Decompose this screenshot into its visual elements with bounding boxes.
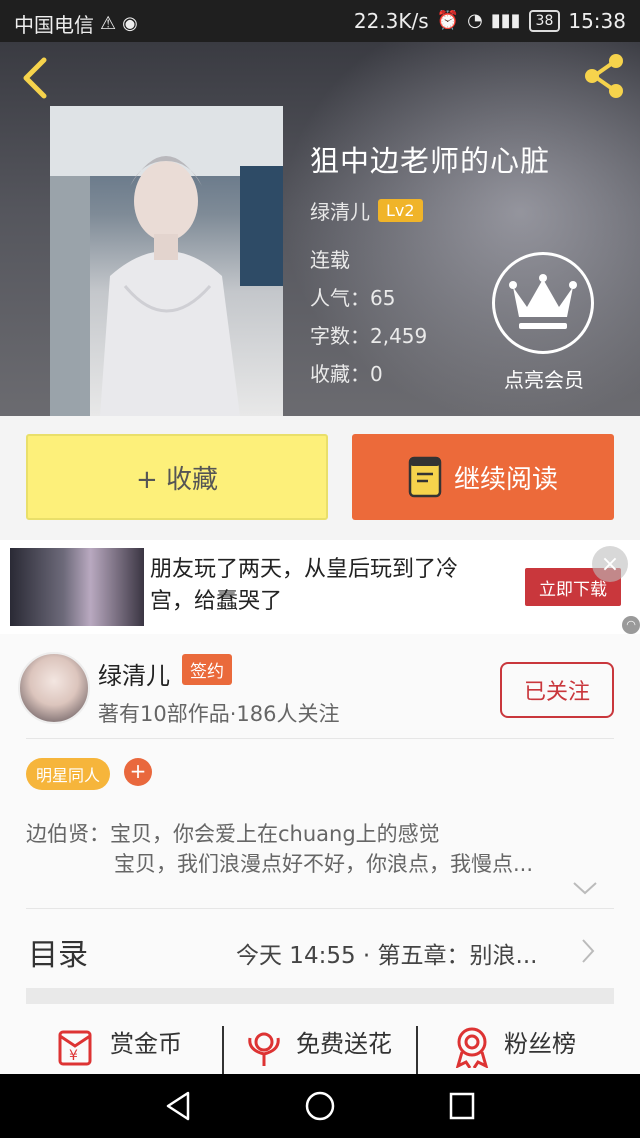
close-icon[interactable]: × <box>592 546 628 582</box>
latest-chapter[interactable]: 今天 14:55 · 第五章：别浪... <box>236 936 537 970</box>
intro-line-2: 宝贝，我们浪漫点好不好，你浪点，我慢点... <box>114 852 534 876</box>
signed-badge: 签约 <box>182 654 232 685</box>
book-word-count: 字数：2,459 <box>310 324 428 348</box>
book-header: 狙中边老师的心脏 绿清儿 Lv2 连载 人气：65 字数：2,459 收藏：0 … <box>0 42 640 416</box>
divider <box>222 1026 224 1074</box>
nav-back-icon[interactable] <box>164 1090 192 1122</box>
network-speed: 22.3K/s <box>353 9 429 33</box>
reward-bar: ¥ 赏金币 免费送花 粉丝榜 <box>0 1014 640 1074</box>
author-avatar[interactable] <box>18 652 90 724</box>
divider <box>416 1026 418 1074</box>
ad-info-icon[interactable]: ◠ <box>622 616 640 634</box>
reward-coins-label: 赏金币 <box>110 1030 182 1058</box>
battery-indicator: 38 <box>528 10 561 32</box>
red-envelope-icon: ¥ <box>58 1030 92 1066</box>
flower-icon <box>248 1032 280 1066</box>
reward-coins-button[interactable]: ¥ 赏金币 <box>56 1024 182 1068</box>
book-status: 连载 <box>310 248 350 272</box>
level-badge: Lv2 <box>378 199 423 222</box>
fan-ranking-label: 粉丝榜 <box>504 1030 576 1058</box>
book-author-row: 绿清儿 Lv2 <box>310 196 423 225</box>
warning-icon: ⚠ <box>100 12 117 34</box>
send-flower-label: 免费送花 <box>296 1030 392 1058</box>
intro-line-1: 边伯贤：宝贝，你会爱上在chuang上的感觉 <box>26 822 440 846</box>
book-icon <box>408 456 442 498</box>
chevron-right-icon[interactable] <box>580 938 596 964</box>
genre-tag[interactable]: 明星同人 <box>26 758 111 790</box>
back-icon[interactable] <box>18 56 54 100</box>
follow-button[interactable]: 已关注 <box>500 662 614 718</box>
alarm-icon: ⏰ <box>436 10 460 31</box>
svg-text:¥: ¥ <box>69 1048 78 1064</box>
toc-label[interactable]: 目录 <box>28 930 88 974</box>
status-bar: 中国电信 ⚠ ◉ 22.3K/s ⏰ ◔ ▮▮▮ 38 15:38 <box>0 0 640 42</box>
continue-reading-button[interactable]: 继续阅读 <box>352 434 614 520</box>
ad-text: 朋友玩了两天，从皇后玩到了冷宫，给蠢哭了 <box>150 557 459 614</box>
ad-banner[interactable]: 朋友玩了两天，从皇后玩到了冷宫，给蠢哭了 立即下载 × <box>0 540 640 634</box>
book-author[interactable]: 绿清儿 <box>310 196 370 225</box>
book-popularity: 人气：65 <box>310 286 396 310</box>
author-stats: 著有10部作品·186人关注 <box>98 702 340 726</box>
ad-thumbnail <box>10 548 144 626</box>
add-tag-button[interactable]: + <box>124 758 152 786</box>
signal-icon: ▮▮▮ <box>490 10 521 31</box>
fan-ranking-button[interactable]: 粉丝榜 <box>450 1024 576 1068</box>
author-name[interactable]: 绿清儿 <box>98 656 170 691</box>
collect-button[interactable]: + 收藏 <box>26 434 328 520</box>
book-title: 狙中边老师的心脏 <box>310 144 551 178</box>
nav-recents-icon[interactable] <box>448 1090 476 1122</box>
action-bar: + 收藏 继续阅读 <box>0 416 640 540</box>
chevron-down-icon[interactable] <box>572 880 598 896</box>
divider <box>26 908 614 909</box>
book-detail-content: 绿清儿 签约 著有10部作品·186人关注 已关注 明星同人 + 边伯贤：宝贝，… <box>0 634 640 1074</box>
section-separator <box>26 988 614 1004</box>
wechat-icon: ◉ <box>122 12 138 34</box>
book-cover[interactable] <box>50 106 283 416</box>
system-nav-bar <box>0 1074 640 1138</box>
clock: 15:38 <box>568 9 626 33</box>
book-favorites: 收藏：0 <box>310 362 383 386</box>
continue-reading-label: 继续阅读 <box>453 464 558 495</box>
divider <box>26 738 614 739</box>
vip-button[interactable] <box>492 252 594 354</box>
vip-label: 点亮会员 <box>504 368 584 392</box>
carrier-label: 中国电信 <box>14 13 94 37</box>
wifi-icon: ◔ <box>467 10 483 31</box>
share-icon[interactable] <box>580 52 628 100</box>
medal-icon <box>455 1027 489 1068</box>
nav-home-icon[interactable] <box>304 1090 336 1122</box>
crown-icon <box>509 274 577 329</box>
send-flower-button[interactable]: 免费送花 <box>242 1024 392 1068</box>
